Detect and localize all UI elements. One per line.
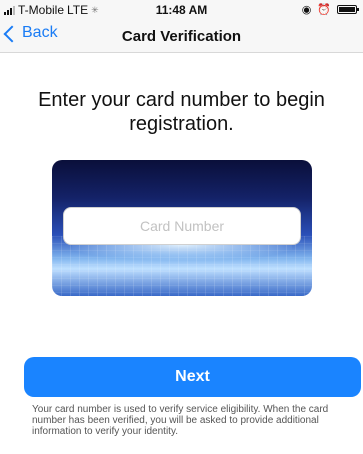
card-grid (52, 236, 312, 296)
eligibility-note: Your card number is used to verify servi… (32, 404, 329, 437)
status-bar: T-Mobile LTE ✳ 11:48 AM ◉ ⏰ (0, 0, 363, 20)
card-verification-screen: T-Mobile LTE ✳ 11:48 AM ◉ ⏰ Back Card Ve… (0, 0, 363, 454)
card-number-input[interactable] (63, 207, 301, 245)
status-right: ◉ ⏰ (301, 3, 359, 16)
location-icon: ◉ (301, 4, 312, 16)
page-title: Card Verification (121, 28, 242, 45)
alarm-icon: ⏰ (317, 4, 331, 16)
next-button[interactable]: Next (24, 357, 361, 397)
instruction-heading: Enter your card number to begin registra… (38, 89, 325, 135)
battery-icon (337, 5, 359, 14)
nav-bar: Back Card Verification (0, 20, 363, 53)
card-image (52, 160, 312, 296)
